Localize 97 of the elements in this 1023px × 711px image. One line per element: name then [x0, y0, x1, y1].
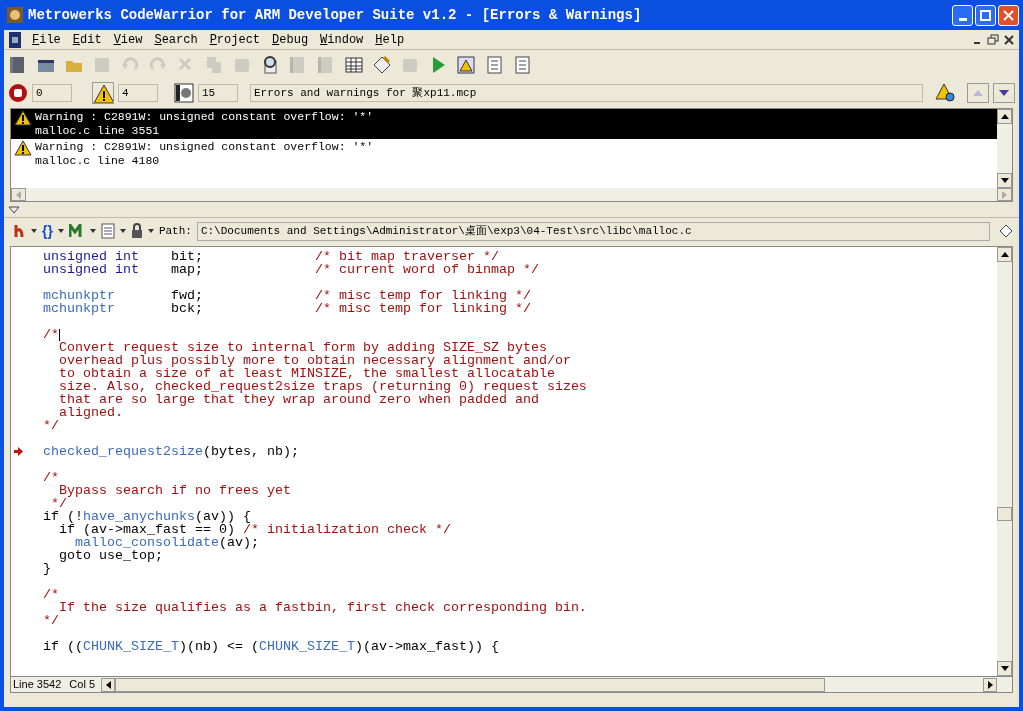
code-line: size. Also, checked_request2size traps (returning 0) request sizes — [58, 380, 587, 393]
code-line: goto use_top; — [58, 549, 163, 562]
right-arrow-icon — [987, 680, 993, 689]
code-line: Bypass search if no frees yet — [58, 484, 291, 497]
menu-item[interactable]: File — [26, 30, 67, 49]
warning-icon — [14, 110, 32, 126]
message-location: malloc.c line 3551 — [35, 124, 161, 138]
column-number: Col 5 — [68, 677, 96, 693]
list-icon[interactable] — [484, 55, 504, 75]
scroll-up-button[interactable] — [997, 247, 1012, 262]
left-arrow-icon — [16, 190, 21, 199]
code-line: malloc_consolidate(av); — [74, 536, 259, 549]
code-line: that are so large that they wrap around zero when padded and — [58, 393, 539, 406]
app-icon — [6, 6, 24, 24]
restore-icon[interactable] — [987, 33, 999, 46]
document-icon — [8, 31, 22, 48]
menu-item[interactable]: Help — [369, 30, 411, 49]
path-field: C:\Documents and Settings\Administrator\桌面\exp3\04-Test\src\libc\malloc.c — [196, 221, 990, 241]
line-number: Line 3542 — [12, 677, 63, 693]
marker-icon[interactable] — [68, 224, 85, 238]
lock-icon[interactable] — [130, 223, 143, 239]
message-row[interactable]: Warning : C2891W: unsigned constant overflow: '*' malloc.c line 3551 — [11, 109, 997, 139]
maximize-button[interactable] — [975, 4, 996, 26]
code-line: */ — [42, 419, 59, 432]
code-line: if (av->max_fast == 0) /* initialization check */ — [58, 523, 451, 536]
code-line: /* — [42, 588, 59, 601]
diamond-icon[interactable] — [999, 224, 1013, 238]
message-text: Warning : C2891W: unsigned constant overflow: '*' — [35, 110, 374, 124]
close-icon — [1003, 9, 1014, 21]
code-line: overhead plus possibly more to obtain necessary alignment and/or — [58, 354, 571, 367]
path-label: Path: — [158, 223, 192, 239]
menu-item[interactable]: Search — [148, 30, 204, 49]
code-line: unsigned int bit; /* bit map traverser */ — [42, 250, 499, 263]
list-icon[interactable] — [512, 55, 532, 75]
up-arrow-icon — [1000, 114, 1009, 119]
collapse-icon[interactable] — [8, 205, 20, 214]
scroll-up-button[interactable] — [997, 109, 1012, 124]
message-icon[interactable] — [174, 83, 194, 103]
caret-icon[interactable] — [119, 229, 126, 233]
menu-item[interactable]: Debug — [266, 30, 315, 49]
warning-count: 4 — [118, 84, 158, 102]
stop-icon[interactable] — [8, 83, 28, 103]
scroll-down-button[interactable] — [997, 661, 1012, 676]
window-title: Metrowerks CodeWarrior for ARM Developer Suite v1.2 - [Errors & Warnings] — [28, 5, 642, 25]
scroll-down-button[interactable] — [997, 173, 1012, 188]
menu-item[interactable]: Project — [203, 30, 267, 49]
code-line: mchunkptr fwd; /* misc temp for linking */ — [42, 289, 531, 302]
braces-icon[interactable]: {} — [42, 220, 53, 242]
code-line: /* — [42, 471, 59, 484]
code-line: */ — [50, 497, 67, 510]
code-line: Convert request size to internal form by adding SIZE_SZ bytes — [58, 341, 547, 354]
left-arrow-icon — [105, 680, 111, 689]
down-arrow-icon — [999, 90, 1009, 96]
down-arrow-icon — [1000, 178, 1009, 183]
caret-icon[interactable] — [31, 229, 37, 233]
close-icon[interactable] — [1003, 33, 1015, 46]
summary-field: Errors and warnings for 聚xp11.mcp — [250, 84, 923, 102]
message-location: malloc.c line 4180 — [35, 154, 161, 168]
caret-icon[interactable] — [147, 229, 154, 233]
scroll-thumb[interactable] — [115, 677, 825, 692]
code-line: unsigned int map; /* current word of binmap */ — [42, 263, 539, 276]
code-line: aligned. — [58, 406, 123, 419]
code-line: If the size qualifies as a fastbin, first check corresponding bin. — [58, 601, 587, 614]
scroll-thumb[interactable] — [997, 507, 1012, 521]
code-line: /* — [42, 328, 59, 341]
close-button[interactable] — [998, 4, 1019, 26]
code-line: mchunkptr bck; /* misc temp for linking */ — [42, 302, 531, 315]
scroll-right-button[interactable] — [983, 677, 997, 692]
up-arrow-icon — [973, 90, 983, 96]
minimize-button[interactable] — [952, 4, 973, 26]
message-text: Warning : C2891W: unsigned constant overflow: '*' — [35, 140, 374, 154]
maximize-icon — [980, 9, 991, 21]
code-line: checked_request2size(bytes, nb); — [42, 445, 299, 458]
code-line: */ — [42, 614, 59, 627]
code-line: to obtain a size of at least MINSIZE, the smallest allocatable — [58, 367, 555, 380]
message-count: 15 — [198, 84, 238, 102]
down-arrow-icon — [1000, 666, 1009, 671]
next-button[interactable] — [993, 83, 1015, 103]
error-count: 0 — [32, 84, 72, 102]
caret-icon[interactable] — [89, 229, 96, 233]
scroll-left-button[interactable] — [101, 677, 115, 692]
warning-icon[interactable] — [92, 82, 114, 104]
warning-icon — [14, 140, 32, 156]
right-arrow-icon — [1002, 190, 1007, 199]
code-line: if (!have_anychunks(av)) { — [42, 510, 251, 523]
warning-window-icon[interactable] — [456, 55, 476, 75]
menu-item[interactable]: Window — [314, 30, 370, 49]
search-warning-icon[interactable] — [935, 82, 957, 104]
minimize-icon — [958, 17, 967, 21]
code-line: } — [42, 562, 51, 575]
up-arrow-icon — [1000, 252, 1009, 257]
menu-item[interactable]: Edit — [66, 30, 108, 49]
table-icon[interactable] — [344, 55, 364, 75]
menu-item[interactable]: View — [107, 30, 149, 49]
caret-icon[interactable] — [57, 229, 64, 233]
tag-icon[interactable] — [372, 55, 392, 75]
code-line: if ((CHUNK_SIZE_T)(nb) <= (CHUNK_SIZE_T)(av->max_fast)) { — [42, 640, 499, 653]
